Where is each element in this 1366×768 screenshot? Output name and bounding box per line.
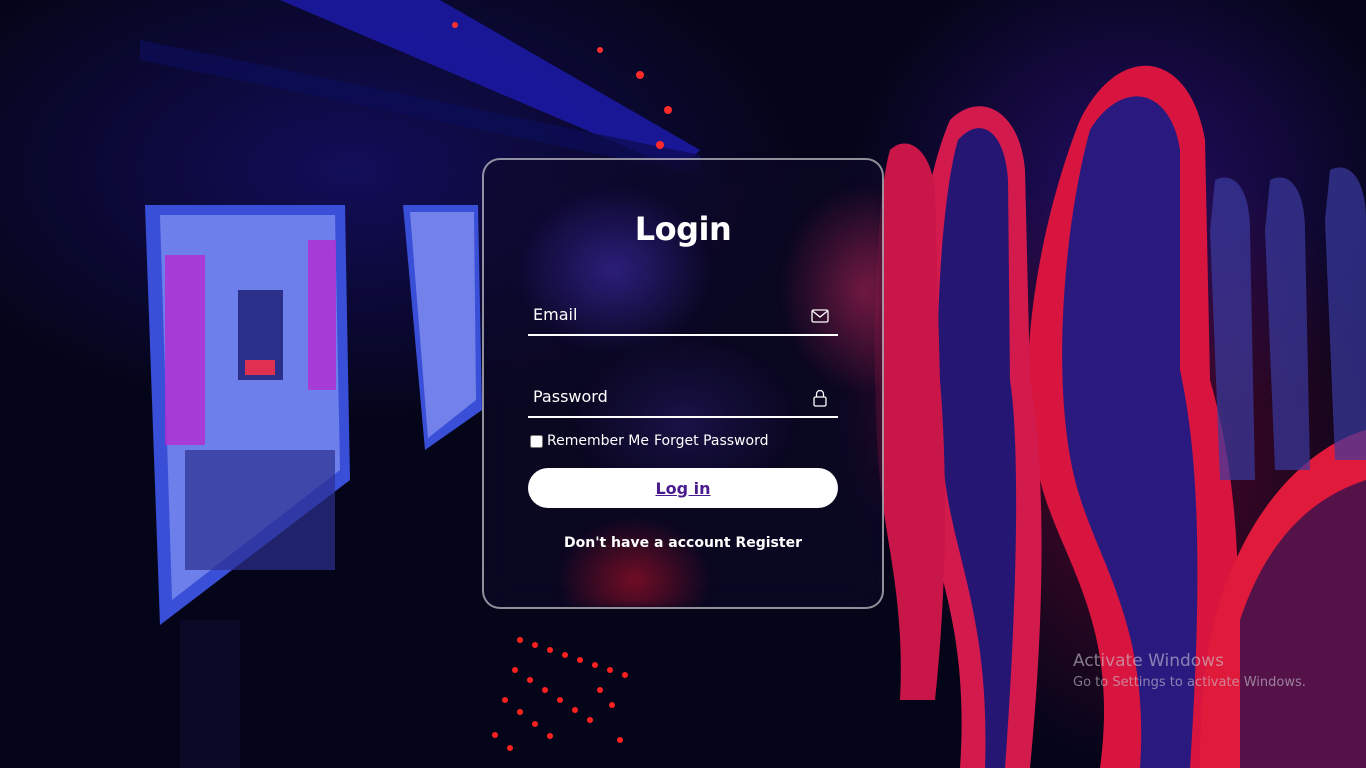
login-title: Login xyxy=(634,210,732,248)
watermark-title: Activate Windows xyxy=(1073,651,1224,671)
login-options: Remember Me Forget Password xyxy=(528,433,768,449)
register-prompt: Don't have a account Register xyxy=(484,535,882,551)
email-input[interactable] xyxy=(528,294,803,334)
remember-me-label[interactable]: Remember Me xyxy=(547,433,649,449)
password-input[interactable] xyxy=(528,376,803,416)
email-field xyxy=(528,294,838,336)
login-button[interactable]: Log in xyxy=(528,468,838,508)
remember-me-checkbox[interactable] xyxy=(530,434,543,448)
watermark-subtitle: Go to Settings to activate Windows. xyxy=(1073,675,1306,690)
password-field xyxy=(528,376,838,418)
register-link[interactable]: Register xyxy=(735,535,802,551)
envelope-icon xyxy=(811,309,829,323)
lock-icon xyxy=(813,389,827,407)
windows-activation-watermark: Activate Windows Go to Settings to activ… xyxy=(1073,651,1306,690)
login-card: Login Remember Me Forget Password Log in… xyxy=(482,158,884,609)
forgot-password-link[interactable]: Forget Password xyxy=(654,433,768,449)
no-account-text: Don't have a account xyxy=(564,535,736,551)
